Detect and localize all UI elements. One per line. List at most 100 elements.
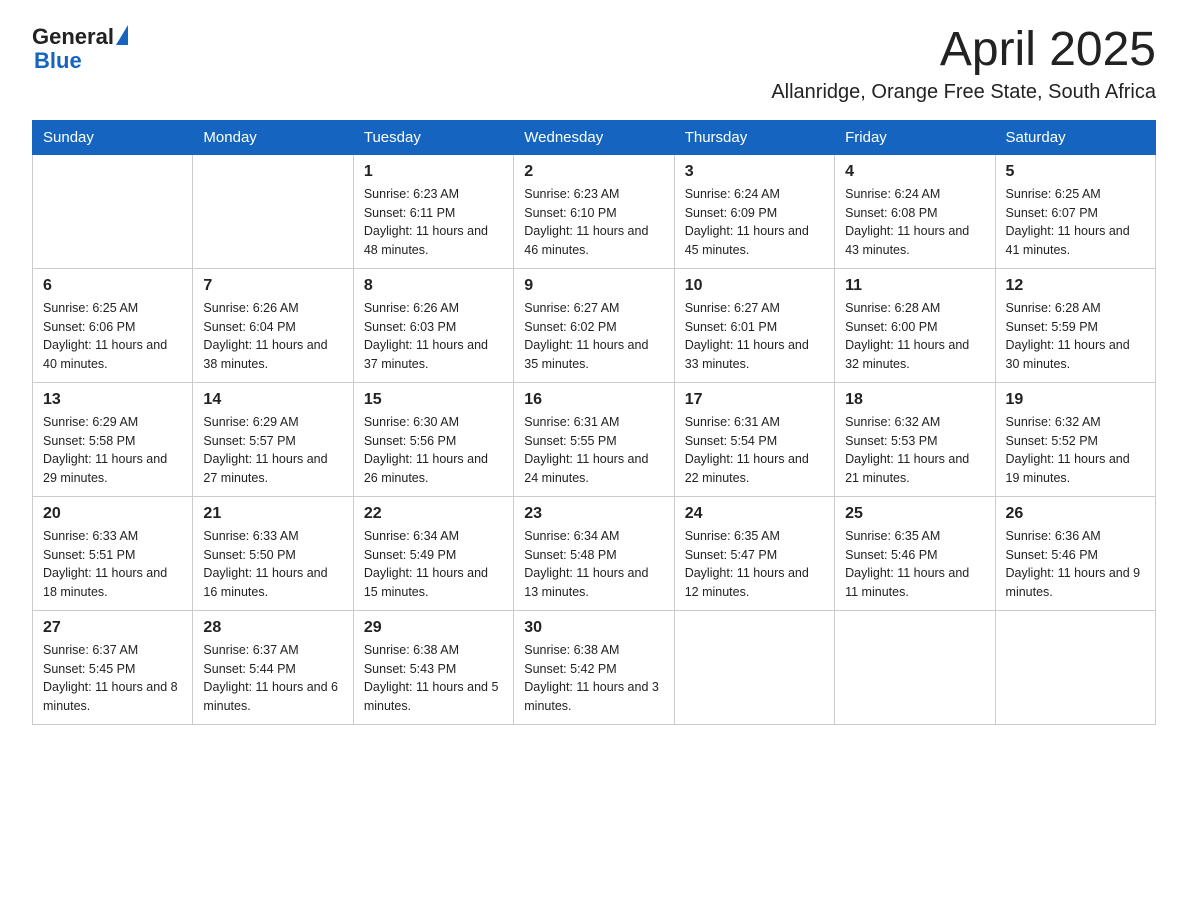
calendar-cell: 15 Sunrise: 6:30 AMSunset: 5:56 PMDayligh…	[353, 382, 513, 496]
calendar-cell: 22 Sunrise: 6:34 AMSunset: 5:49 PMDayligh…	[353, 496, 513, 610]
day-number: 17	[685, 391, 824, 409]
day-info: Sunrise: 6:33 AMSunset: 5:50 PMDaylight:…	[203, 527, 342, 602]
day-number: 13	[43, 391, 182, 409]
calendar-cell: 21 Sunrise: 6:33 AMSunset: 5:50 PMDayligh…	[193, 496, 353, 610]
calendar-cell: 1 Sunrise: 6:23 AMSunset: 6:11 PMDaylight…	[353, 154, 513, 268]
calendar-cell: 13Sunrise: 6:29 AMSunset: 5:58 PMDayligh…	[33, 382, 193, 496]
weekday-header-friday: Friday	[835, 120, 995, 154]
calendar-cell	[835, 610, 995, 724]
day-number: 23	[524, 505, 663, 523]
day-number: 20	[43, 505, 182, 523]
weekday-header-tuesday: Tuesday	[353, 120, 513, 154]
day-number: 10	[685, 277, 824, 295]
day-number: 14	[203, 391, 342, 409]
day-info: Sunrise: 6:31 AMSunset: 5:54 PMDaylight:…	[685, 413, 824, 488]
day-info: Sunrise: 6:34 AMSunset: 5:48 PMDaylight:…	[524, 527, 663, 602]
calendar-cell: 3 Sunrise: 6:24 AMSunset: 6:09 PMDaylight…	[674, 154, 834, 268]
logo-triangle-icon	[116, 25, 128, 45]
calendar-week-row: 13Sunrise: 6:29 AMSunset: 5:58 PMDayligh…	[33, 382, 1156, 496]
calendar-cell: 26 Sunrise: 6:36 AMSunset: 5:46 PMDayligh…	[995, 496, 1155, 610]
calendar-cell	[33, 154, 193, 268]
day-info: Sunrise: 6:34 AMSunset: 5:49 PMDaylight:…	[364, 527, 503, 602]
calendar-cell: 4 Sunrise: 6:24 AMSunset: 6:08 PMDaylight…	[835, 154, 995, 268]
day-info: Sunrise: 6:26 AMSunset: 6:04 PMDaylight:…	[203, 299, 342, 374]
calendar-cell: 12Sunrise: 6:28 AMSunset: 5:59 PMDayligh…	[995, 268, 1155, 382]
day-number: 6	[43, 277, 182, 295]
logo: General Blue	[32, 24, 128, 74]
day-info: Sunrise: 6:30 AMSunset: 5:56 PMDaylight:…	[364, 413, 503, 488]
calendar-cell: 29 Sunrise: 6:38 AMSunset: 5:43 PMDayligh…	[353, 610, 513, 724]
day-number: 3	[685, 163, 824, 181]
logo-general-text: General	[32, 24, 114, 50]
calendar-table: SundayMondayTuesdayWednesdayThursdayFrid…	[32, 120, 1156, 725]
calendar-cell	[674, 610, 834, 724]
day-number: 2	[524, 163, 663, 181]
title-area: April 2025 Allanridge, Orange Free State…	[771, 24, 1156, 104]
calendar-week-row: 27Sunrise: 6:37 AMSunset: 5:45 PMDayligh…	[33, 610, 1156, 724]
day-number: 4	[845, 163, 984, 181]
calendar-cell: 11Sunrise: 6:28 AMSunset: 6:00 PMDayligh…	[835, 268, 995, 382]
calendar-cell: 23 Sunrise: 6:34 AMSunset: 5:48 PMDayligh…	[514, 496, 674, 610]
day-number: 24	[685, 505, 824, 523]
day-number: 27	[43, 619, 182, 637]
day-number: 30	[524, 619, 663, 637]
calendar-cell: 28 Sunrise: 6:37 AMSunset: 5:44 PMDayligh…	[193, 610, 353, 724]
calendar-cell	[193, 154, 353, 268]
page-header: General Blue April 2025 Allanridge, Oran…	[32, 24, 1156, 104]
day-number: 8	[364, 277, 503, 295]
day-number: 22	[364, 505, 503, 523]
location-title: Allanridge, Orange Free State, South Afr…	[771, 81, 1156, 104]
calendar-cell: 14Sunrise: 6:29 AMSunset: 5:57 PMDayligh…	[193, 382, 353, 496]
weekday-header-monday: Monday	[193, 120, 353, 154]
calendar-cell: 9Sunrise: 6:27 AMSunset: 6:02 PMDaylight…	[514, 268, 674, 382]
calendar-cell: 17 Sunrise: 6:31 AMSunset: 5:54 PMDayligh…	[674, 382, 834, 496]
day-number: 21	[203, 505, 342, 523]
weekday-header-sunday: Sunday	[33, 120, 193, 154]
weekday-header-thursday: Thursday	[674, 120, 834, 154]
day-number: 28	[203, 619, 342, 637]
day-info: Sunrise: 6:23 AMSunset: 6:11 PMDaylight:…	[364, 185, 503, 260]
calendar-cell: 20 Sunrise: 6:33 AMSunset: 5:51 PMDayligh…	[33, 496, 193, 610]
month-title: April 2025	[771, 24, 1156, 77]
calendar-cell: 25 Sunrise: 6:35 AMSunset: 5:46 PMDayligh…	[835, 496, 995, 610]
logo-blue-text: Blue	[34, 48, 82, 74]
calendar-cell: 10Sunrise: 6:27 AMSunset: 6:01 PMDayligh…	[674, 268, 834, 382]
day-number: 26	[1006, 505, 1145, 523]
day-info: Sunrise: 6:25 AMSunset: 6:06 PMDaylight:…	[43, 299, 182, 374]
day-number: 1	[364, 163, 503, 181]
weekday-header-row: SundayMondayTuesdayWednesdayThursdayFrid…	[33, 120, 1156, 154]
calendar-cell: 5 Sunrise: 6:25 AMSunset: 6:07 PMDaylight…	[995, 154, 1155, 268]
day-info: Sunrise: 6:31 AMSunset: 5:55 PMDaylight:…	[524, 413, 663, 488]
calendar-week-row: 1 Sunrise: 6:23 AMSunset: 6:11 PMDaylight…	[33, 154, 1156, 268]
day-number: 29	[364, 619, 503, 637]
calendar-cell: 2 Sunrise: 6:23 AMSunset: 6:10 PMDaylight…	[514, 154, 674, 268]
day-info: Sunrise: 6:35 AMSunset: 5:47 PMDaylight:…	[685, 527, 824, 602]
day-info: Sunrise: 6:37 AMSunset: 5:44 PMDaylight:…	[203, 641, 342, 716]
calendar-cell: 8Sunrise: 6:26 AMSunset: 6:03 PMDaylight…	[353, 268, 513, 382]
weekday-header-wednesday: Wednesday	[514, 120, 674, 154]
day-number: 12	[1006, 277, 1145, 295]
calendar-cell: 6 Sunrise: 6:25 AMSunset: 6:06 PMDaylight…	[33, 268, 193, 382]
calendar-cell: 18Sunrise: 6:32 AMSunset: 5:53 PMDayligh…	[835, 382, 995, 496]
day-info: Sunrise: 6:25 AMSunset: 6:07 PMDaylight:…	[1006, 185, 1145, 260]
weekday-header-saturday: Saturday	[995, 120, 1155, 154]
day-info: Sunrise: 6:24 AMSunset: 6:09 PMDaylight:…	[685, 185, 824, 260]
day-info: Sunrise: 6:38 AMSunset: 5:43 PMDaylight:…	[364, 641, 503, 716]
day-number: 16	[524, 391, 663, 409]
calendar-cell: 30Sunrise: 6:38 AMSunset: 5:42 PMDayligh…	[514, 610, 674, 724]
day-info: Sunrise: 6:35 AMSunset: 5:46 PMDaylight:…	[845, 527, 984, 602]
day-info: Sunrise: 6:24 AMSunset: 6:08 PMDaylight:…	[845, 185, 984, 260]
calendar-cell: 7Sunrise: 6:26 AMSunset: 6:04 PMDaylight…	[193, 268, 353, 382]
day-info: Sunrise: 6:23 AMSunset: 6:10 PMDaylight:…	[524, 185, 663, 260]
day-info: Sunrise: 6:32 AMSunset: 5:53 PMDaylight:…	[845, 413, 984, 488]
day-info: Sunrise: 6:33 AMSunset: 5:51 PMDaylight:…	[43, 527, 182, 602]
day-number: 5	[1006, 163, 1145, 181]
day-number: 15	[364, 391, 503, 409]
calendar-week-row: 20 Sunrise: 6:33 AMSunset: 5:51 PMDayligh…	[33, 496, 1156, 610]
calendar-cell	[995, 610, 1155, 724]
day-info: Sunrise: 6:27 AMSunset: 6:02 PMDaylight:…	[524, 299, 663, 374]
day-info: Sunrise: 6:36 AMSunset: 5:46 PMDaylight:…	[1006, 527, 1145, 602]
calendar-cell: 16 Sunrise: 6:31 AMSunset: 5:55 PMDayligh…	[514, 382, 674, 496]
day-number: 11	[845, 277, 984, 295]
day-number: 25	[845, 505, 984, 523]
